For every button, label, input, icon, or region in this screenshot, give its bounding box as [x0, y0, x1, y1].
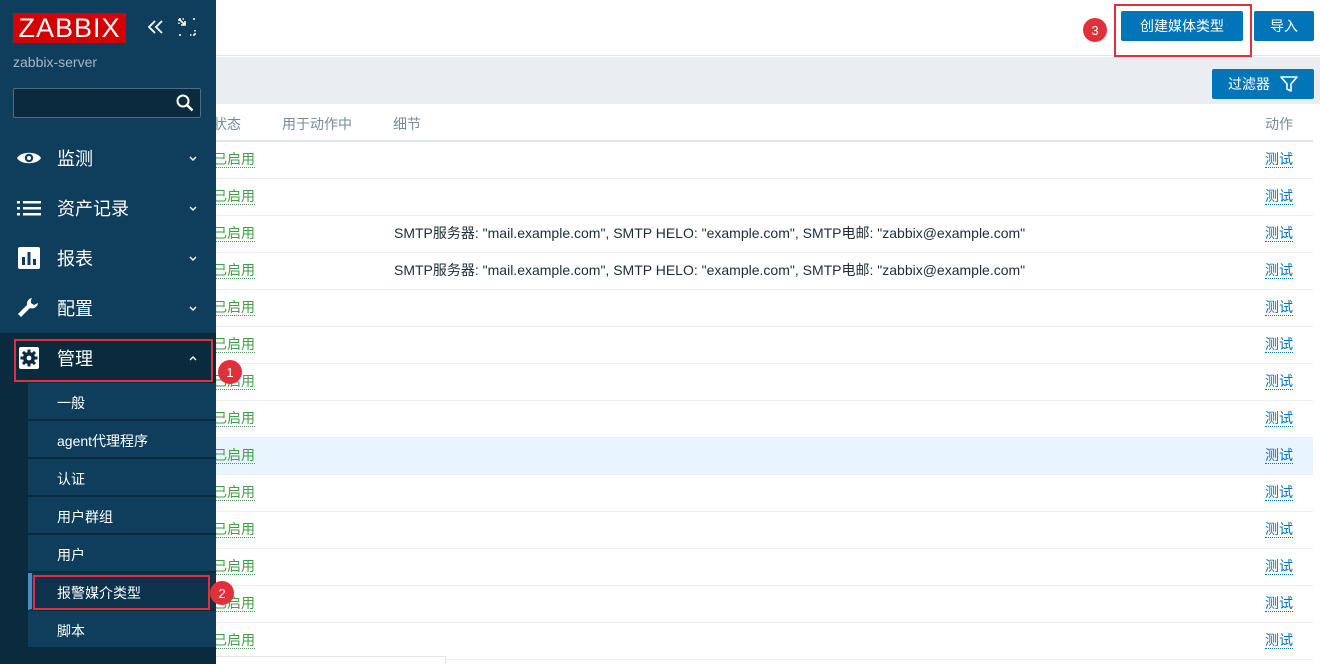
column-used-in-actions: 用于动作中 [282, 116, 352, 132]
status-link[interactable]: 已启用 [213, 447, 255, 464]
test-link[interactable]: 测试 [1265, 632, 1293, 649]
test-link[interactable]: 测试 [1265, 188, 1293, 205]
submenu-label: 用户 [57, 547, 85, 563]
menu-label: 配置 [57, 299, 93, 319]
menu-label: 监测 [57, 149, 93, 169]
chevron-down-icon [189, 306, 197, 311]
administration-submenu: 一般 agent代理程序 认证 用户群组 用户 报警媒介类型 脚本 [0, 383, 216, 664]
menu-monitoring[interactable]: 监测 [0, 133, 216, 183]
filter-icon [1280, 76, 1298, 92]
status-link[interactable]: 已启用 [213, 410, 255, 427]
column-status[interactable]: 状态 [213, 114, 241, 134]
submenu-label: 用户群组 [57, 509, 113, 525]
annotation-badge-1: 1 [218, 360, 242, 384]
status-link[interactable]: 已启用 [213, 558, 255, 575]
server-name: zabbix-server [13, 54, 98, 70]
kiosk-mode-icon[interactable] [178, 18, 196, 36]
search-input[interactable] [13, 88, 201, 118]
submenu-label: 认证 [57, 471, 85, 487]
test-link[interactable]: 测试 [1265, 484, 1293, 501]
test-link[interactable]: 测试 [1265, 373, 1293, 390]
column-actions: 动作 [1265, 116, 1293, 132]
menu-label: 资产记录 [57, 199, 129, 219]
test-link[interactable]: 测试 [1265, 299, 1293, 316]
submenu-label: agent代理程序 [57, 433, 149, 449]
status-link[interactable]: 已启用 [213, 151, 255, 168]
highlight-administration [14, 339, 213, 382]
menu-inventory[interactable]: 资产记录 [0, 183, 216, 233]
submenu-label: 一般 [57, 395, 85, 411]
details-text: SMTP服务器: "mail.example.com", SMTP HELO: … [394, 225, 1026, 241]
submenu-general[interactable]: 一般 [28, 383, 216, 420]
filter-label: 过滤器 [1228, 76, 1270, 92]
highlight-media-types [33, 575, 210, 610]
search-icon[interactable] [176, 94, 194, 112]
status-link[interactable]: 已启用 [213, 521, 255, 538]
test-link[interactable]: 测试 [1265, 595, 1293, 612]
test-link[interactable]: 测试 [1265, 336, 1293, 353]
submenu-users[interactable]: 用户 [28, 535, 216, 572]
test-link[interactable]: 测试 [1265, 262, 1293, 279]
submenu-label: 脚本 [57, 623, 85, 639]
highlight-create-button [1114, 4, 1252, 57]
test-link[interactable]: 测试 [1265, 521, 1293, 538]
collapse-sidebar-icon[interactable] [146, 17, 166, 37]
test-link[interactable]: 测试 [1265, 447, 1293, 464]
import-button[interactable]: 导入 [1254, 11, 1314, 41]
menu-configuration[interactable]: 配置 [0, 283, 216, 333]
bar-chart-icon [18, 247, 40, 269]
zabbix-logo[interactable]: ZABBIX [13, 13, 126, 43]
list-icon [17, 201, 41, 216]
test-link[interactable]: 测试 [1265, 410, 1293, 427]
submenu-user-groups[interactable]: 用户群组 [28, 497, 216, 534]
chevron-down-icon [189, 206, 197, 211]
test-link[interactable]: 测试 [1265, 151, 1293, 168]
eye-icon [17, 152, 41, 164]
bottom-scroll-strip [216, 656, 446, 664]
annotation-badge-2: 2 [210, 581, 234, 605]
status-link[interactable]: 已启用 [213, 225, 255, 242]
submenu-authentication[interactable]: 认证 [28, 459, 216, 496]
wrench-icon [18, 298, 38, 317]
column-details: 细节 [393, 116, 421, 132]
submenu-proxies[interactable]: agent代理程序 [28, 421, 216, 458]
status-link[interactable]: 已启用 [213, 632, 255, 649]
status-link[interactable]: 已启用 [213, 188, 255, 205]
chevron-down-icon [189, 256, 197, 261]
sidebar: ZABBIX zabbix-server 监测 资产记录 报表 配置 管理 一般… [0, 0, 216, 664]
test-link[interactable]: 测试 [1265, 225, 1293, 242]
filter-button[interactable]: 过滤器 [1212, 69, 1314, 99]
status-link[interactable]: 已启用 [213, 336, 255, 353]
test-link[interactable]: 测试 [1265, 558, 1293, 575]
status-link[interactable]: 已启用 [213, 484, 255, 501]
status-link[interactable]: 已启用 [213, 299, 255, 316]
status-link[interactable]: 已启用 [213, 262, 255, 279]
menu-reports[interactable]: 报表 [0, 233, 216, 283]
menu-label: 报表 [57, 249, 93, 269]
chevron-down-icon [189, 156, 197, 161]
annotation-badge-3: 3 [1083, 18, 1107, 42]
details-text: SMTP服务器: "mail.example.com", SMTP HELO: … [394, 262, 1026, 278]
submenu-scripts[interactable]: 脚本 [28, 611, 216, 648]
